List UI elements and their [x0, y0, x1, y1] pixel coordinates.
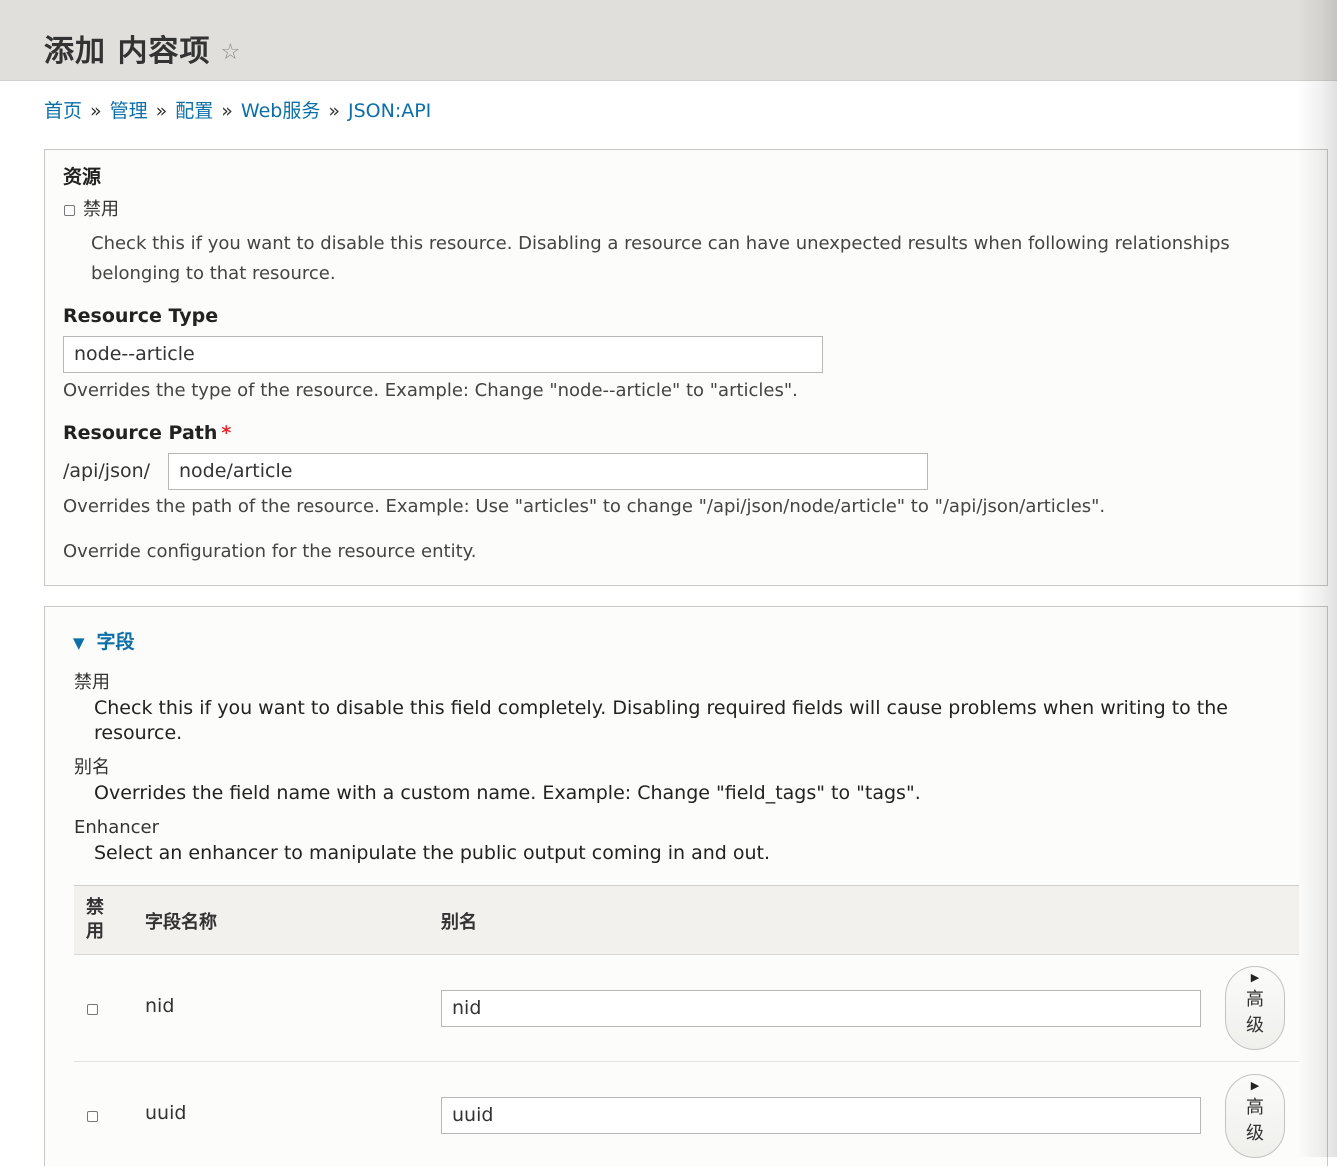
advanced-button[interactable]: ▶ 高 级: [1225, 966, 1285, 1050]
breadcrumb-separator: »: [328, 100, 340, 122]
breadcrumb-separator: »: [155, 100, 168, 122]
override-note: Override configuration for the resource …: [63, 541, 477, 562]
advanced-button[interactable]: ▶ 高 级: [1225, 1074, 1285, 1158]
disable-field-checkbox[interactable]: [87, 1004, 98, 1015]
advanced-button-line2: 级: [1246, 1123, 1264, 1144]
field-alias-input[interactable]: nid: [441, 990, 1201, 1027]
resource-type-description: Overrides the type of the resource. Exam…: [63, 380, 798, 401]
fields-panel: ▼ 字段 禁用 Check this if you want to disable…: [44, 606, 1328, 1166]
fields-summary-toggle[interactable]: ▼ 字段: [73, 627, 135, 654]
fields-summary-label: 字段: [96, 631, 135, 653]
resource-type-label: Resource Type: [63, 305, 219, 327]
resource-path-prefix: /api/json/: [63, 460, 151, 482]
disable-resource-label: 禁用: [83, 199, 119, 220]
breadcrumb-web-services[interactable]: Web服务: [241, 100, 320, 122]
column-alias: 别名: [441, 912, 477, 933]
disable-field-description-line1: Check this if you want to disable this f…: [94, 697, 1228, 719]
resource-path-label-text: Resource Path: [63, 422, 218, 444]
enhancer-description: Select an enhancer to manipulate the pub…: [94, 842, 771, 864]
resource-path-input[interactable]: node/article: [168, 453, 928, 490]
disable-field-description-line2: resource.: [94, 722, 183, 744]
triangle-down-icon: ▼: [73, 634, 85, 652]
column-disable: 禁用: [86, 896, 104, 944]
caret-right-icon: ▶: [1250, 1079, 1260, 1092]
resource-heading: 资源: [63, 166, 102, 188]
breadcrumb-separator: »: [221, 100, 233, 122]
column-disable-line1: 禁: [86, 897, 104, 918]
advanced-button-line2: 级: [1246, 1015, 1264, 1036]
breadcrumb-separator: »: [90, 100, 102, 122]
caret-right-icon: ▶: [1250, 971, 1260, 984]
page-header: 添加 内容项 ☆: [0, 0, 1337, 81]
page-title: 添加 内容项 ☆: [44, 30, 241, 75]
breadcrumb-config[interactable]: 配置: [175, 100, 213, 122]
field-name: nid: [145, 995, 175, 1017]
column-field-name: 字段名称: [145, 912, 217, 933]
advanced-button-line1: 高: [1246, 989, 1264, 1010]
table-row: uuid uuid ▶ 高 级: [74, 1062, 1299, 1167]
breadcrumb-jsonapi[interactable]: JSON:API: [348, 100, 431, 122]
disable-resource-description-line1: Check this if you want to disable this r…: [91, 233, 1230, 254]
disable-field-checkbox[interactable]: [87, 1111, 98, 1122]
disable-resource-description-line2: belonging to that resource.: [91, 263, 336, 284]
resource-path-label: Resource Path *: [63, 422, 231, 444]
disable-resource-checkbox[interactable]: [64, 205, 75, 216]
breadcrumb: 首页 » 管理 » 配置 » Web服务 » JSON:API: [44, 96, 431, 126]
fields-table-header: 禁用 字段名称 别名: [74, 885, 1299, 955]
field-name: uuid: [145, 1102, 187, 1124]
breadcrumb-home[interactable]: 首页: [44, 100, 82, 122]
table-row: nid nid ▶ 高 级: [74, 955, 1299, 1062]
column-disable-line2: 用: [86, 921, 104, 942]
resource-path-description: Overrides the path of the resource. Exam…: [63, 496, 1106, 517]
resource-panel: 资源 禁用 Check this if you want to disable …: [44, 149, 1328, 586]
advanced-button-line1: 高: [1246, 1097, 1264, 1118]
required-marker: *: [221, 422, 232, 444]
star-outline-icon[interactable]: ☆: [220, 31, 241, 75]
field-alias-input[interactable]: uuid: [441, 1097, 1201, 1134]
breadcrumb-admin[interactable]: 管理: [110, 100, 148, 122]
alias-description: Overrides the field name with a custom n…: [94, 782, 921, 804]
page-title-text: 添加 内容项: [44, 34, 211, 69]
resource-type-input[interactable]: node--article: [63, 336, 823, 373]
